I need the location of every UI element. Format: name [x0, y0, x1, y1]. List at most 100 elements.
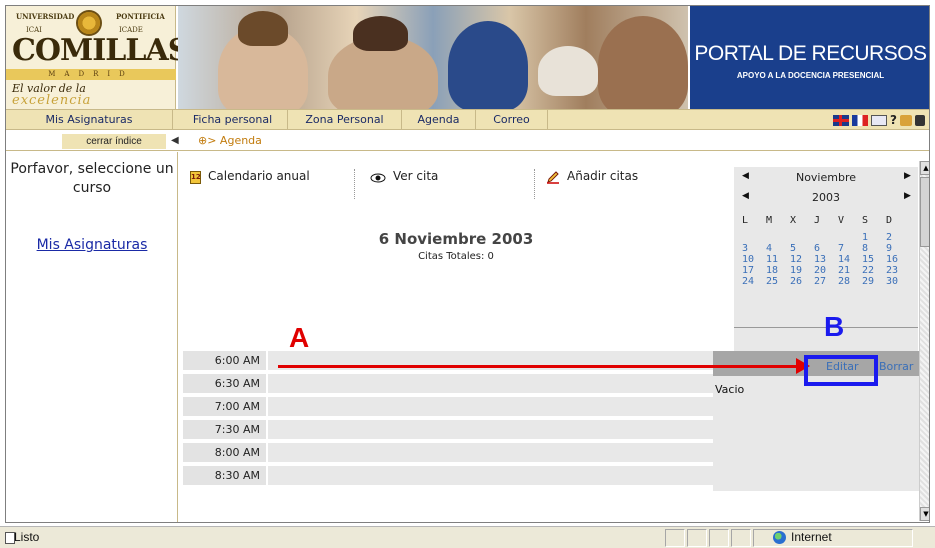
calendar-day[interactable]: 20 — [814, 265, 838, 276]
empty-label: Vacio — [715, 383, 745, 396]
calendar-week: 17 18 19 20 21 22 23 — [742, 265, 912, 276]
nav-mis-asignaturas[interactable]: Mis Asignaturas — [6, 110, 173, 130]
calendar-day[interactable]: 12 — [790, 254, 814, 265]
citas-totales: Citas Totales: 0 — [418, 251, 494, 262]
calendar-day[interactable]: 26 — [790, 276, 814, 287]
calendar-day[interactable]: 4 — [766, 243, 790, 254]
mail-icon[interactable] — [871, 114, 888, 126]
breadcrumb-label: > Agenda — [207, 134, 262, 147]
year-selector: ◀ 2003 ▶ — [734, 189, 918, 207]
status-pane — [665, 529, 685, 547]
time-slot-cell[interactable] — [268, 466, 718, 485]
site-banner: UNIVERSIDAD PONTIFICIA ICAI ICADE COMILL… — [6, 6, 929, 109]
calendar-day[interactable]: 27 — [814, 276, 838, 287]
calendar-day[interactable]: 8 — [862, 243, 886, 254]
calendar-week: 12 — [742, 232, 912, 243]
time-grid: 6:00 AM 6:30 AM 7:00 AM 7:30 AM 8:00 AM … — [183, 351, 718, 491]
time-slot-cell[interactable] — [268, 443, 718, 462]
calendar-day[interactable]: 7 — [838, 243, 862, 254]
calendar-day[interactable]: 19 — [790, 265, 814, 276]
english-flag-icon[interactable] — [833, 114, 850, 126]
time-slot-cell[interactable] — [268, 420, 718, 439]
cerrar-indice-button[interactable]: cerrar índice — [62, 134, 166, 149]
calendar-day[interactable]: 28 — [838, 276, 862, 287]
calendar-day[interactable]: 10 — [742, 254, 766, 265]
calendar-day[interactable] — [766, 232, 790, 243]
calendar-day[interactable]: 1 — [862, 232, 886, 243]
time-slot-row[interactable]: 7:00 AM — [183, 397, 718, 416]
next-month-icon[interactable]: ▶ — [904, 171, 911, 181]
calendar-day[interactable] — [814, 232, 838, 243]
calendar-day[interactable] — [790, 232, 814, 243]
zone-label: Internet — [791, 530, 832, 544]
secondary-bar: cerrar índice ◀ ⊕> Agenda — [6, 131, 929, 151]
help-icon[interactable]: ? — [890, 113, 897, 127]
scroll-up-icon[interactable]: ▲ — [920, 161, 929, 175]
logo-city: MADRID — [6, 69, 176, 80]
calendar-day[interactable]: 24 — [742, 276, 766, 287]
time-slot-row[interactable]: 7:30 AM — [183, 420, 718, 439]
mis-asignaturas-link[interactable]: Mis Asignaturas — [6, 237, 178, 253]
calendar-day[interactable]: 21 — [838, 265, 862, 276]
anadir-citas-button[interactable]: Añadir citas — [546, 169, 638, 199]
nav-zona-personal[interactable]: Zona Personal — [288, 110, 402, 130]
vertical-scrollbar[interactable]: ▲ ▼ — [919, 161, 929, 521]
calendar-day[interactable]: 17 — [742, 265, 766, 276]
ver-cita-button[interactable]: Ver cita — [370, 169, 438, 199]
scroll-thumb[interactable] — [920, 177, 929, 247]
calendar-day[interactable]: 15 — [862, 254, 886, 265]
tools-icon[interactable] — [900, 114, 912, 126]
french-flag-icon[interactable] — [852, 114, 869, 126]
calendario-anual-button[interactable]: 12 Calendario anual — [190, 169, 310, 199]
calendar-day[interactable]: 5 — [790, 243, 814, 254]
comillas-logo[interactable]: UNIVERSIDAD PONTIFICIA ICAI ICADE COMILL… — [6, 6, 189, 109]
calendar-day[interactable]: 16 — [886, 254, 910, 265]
year-label: 2003 — [812, 191, 840, 204]
calendar-day[interactable]: 23 — [886, 265, 910, 276]
time-slot-row[interactable]: 8:30 AM — [183, 466, 718, 485]
nav-tools: ? — [833, 113, 925, 127]
weekday-label: M — [766, 215, 773, 226]
exit-icon[interactable] — [915, 114, 925, 126]
status-pane — [731, 529, 751, 547]
nav-correo[interactable]: Correo — [476, 110, 548, 130]
time-slot-row[interactable]: 8:00 AM — [183, 443, 718, 462]
globe-icon — [773, 530, 786, 544]
borrar-link[interactable]: Borrar — [879, 360, 913, 373]
calendar-day[interactable] — [742, 232, 766, 243]
toolbar-divider — [534, 169, 535, 199]
agenda-date-title: 6 Noviembre 2003 — [378, 230, 534, 248]
nav-ficha-personal[interactable]: Ficha personal — [178, 110, 288, 130]
calendar-day[interactable] — [838, 232, 862, 243]
collapse-arrow-icon[interactable]: ◀ — [171, 135, 179, 146]
nav-agenda[interactable]: Agenda — [402, 110, 476, 130]
time-slot-row[interactable]: 6:30 AM — [183, 374, 718, 393]
calendar-day[interactable]: 29 — [862, 276, 886, 287]
calendar-day[interactable]: 13 — [814, 254, 838, 265]
calendar-week: 3456789 — [742, 243, 912, 254]
time-label: 8:00 AM — [183, 443, 266, 462]
scroll-down-icon[interactable]: ▼ — [920, 507, 929, 521]
time-slot-cell[interactable] — [268, 374, 718, 393]
calendar-day[interactable]: 9 — [886, 243, 910, 254]
calendario-anual-label: Calendario anual — [208, 169, 310, 183]
status-pane — [709, 529, 729, 547]
calendar-week: 24 25 26 27 28 29 30 — [742, 276, 912, 287]
calendar-day[interactable]: 11 — [766, 254, 790, 265]
calendar-day[interactable]: 3 — [742, 243, 766, 254]
time-label: 8:30 AM — [183, 466, 266, 485]
calendar-day[interactable]: 2 — [886, 232, 910, 243]
calendar-day[interactable]: 6 — [814, 243, 838, 254]
time-label: 6:30 AM — [183, 374, 266, 393]
next-year-icon[interactable]: ▶ — [904, 191, 911, 201]
time-slot-cell[interactable] — [268, 397, 718, 416]
calendar-day[interactable]: 18 — [766, 265, 790, 276]
calendar-day[interactable]: 30 — [886, 276, 910, 287]
calendar-day[interactable]: 14 — [838, 254, 862, 265]
month-label: Noviembre — [795, 171, 857, 184]
portal-title: PORTAL DE RECURSOS — [694, 42, 927, 65]
annotation-arrow — [278, 365, 798, 368]
calendar-day[interactable]: 25 — [766, 276, 790, 287]
calendar-day[interactable]: 22 — [862, 265, 886, 276]
annotation-a: A — [289, 322, 310, 353]
